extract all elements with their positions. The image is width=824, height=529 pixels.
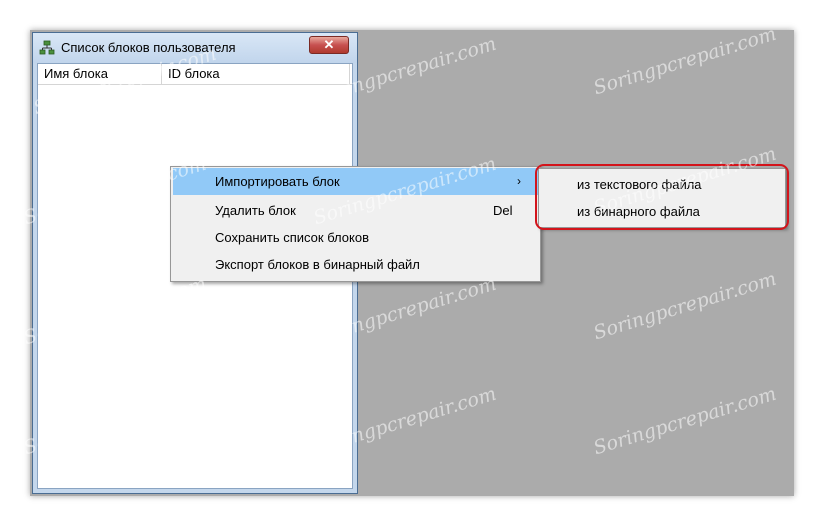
menu-item-save-block-list[interactable]: Сохранить список блоков (173, 224, 538, 251)
close-button[interactable]: ✕ (309, 36, 349, 54)
column-header-block-name[interactable]: Имя блока (38, 64, 162, 84)
list-header: Имя блока ID блока (38, 64, 352, 85)
network-blocks-icon (39, 40, 55, 55)
menu-item-import-block[interactable]: Импортировать блок › (173, 168, 538, 195)
column-header-block-id[interactable]: ID блока (162, 64, 350, 84)
window-title: Список блоков пользователя (61, 40, 236, 55)
annotation-highlight (535, 164, 789, 230)
menu-item-export-binary[interactable]: Экспорт блоков в бинарный файл (173, 251, 538, 278)
shortcut-label: Del (493, 203, 513, 218)
title-bar[interactable]: Список блоков пользователя ✕ (33, 33, 357, 63)
context-menu: Импортировать блок › Удалить блок Del Со… (170, 166, 541, 282)
chevron-right-icon: › (517, 174, 521, 188)
menu-item-delete-block[interactable]: Удалить блок Del (173, 197, 538, 224)
